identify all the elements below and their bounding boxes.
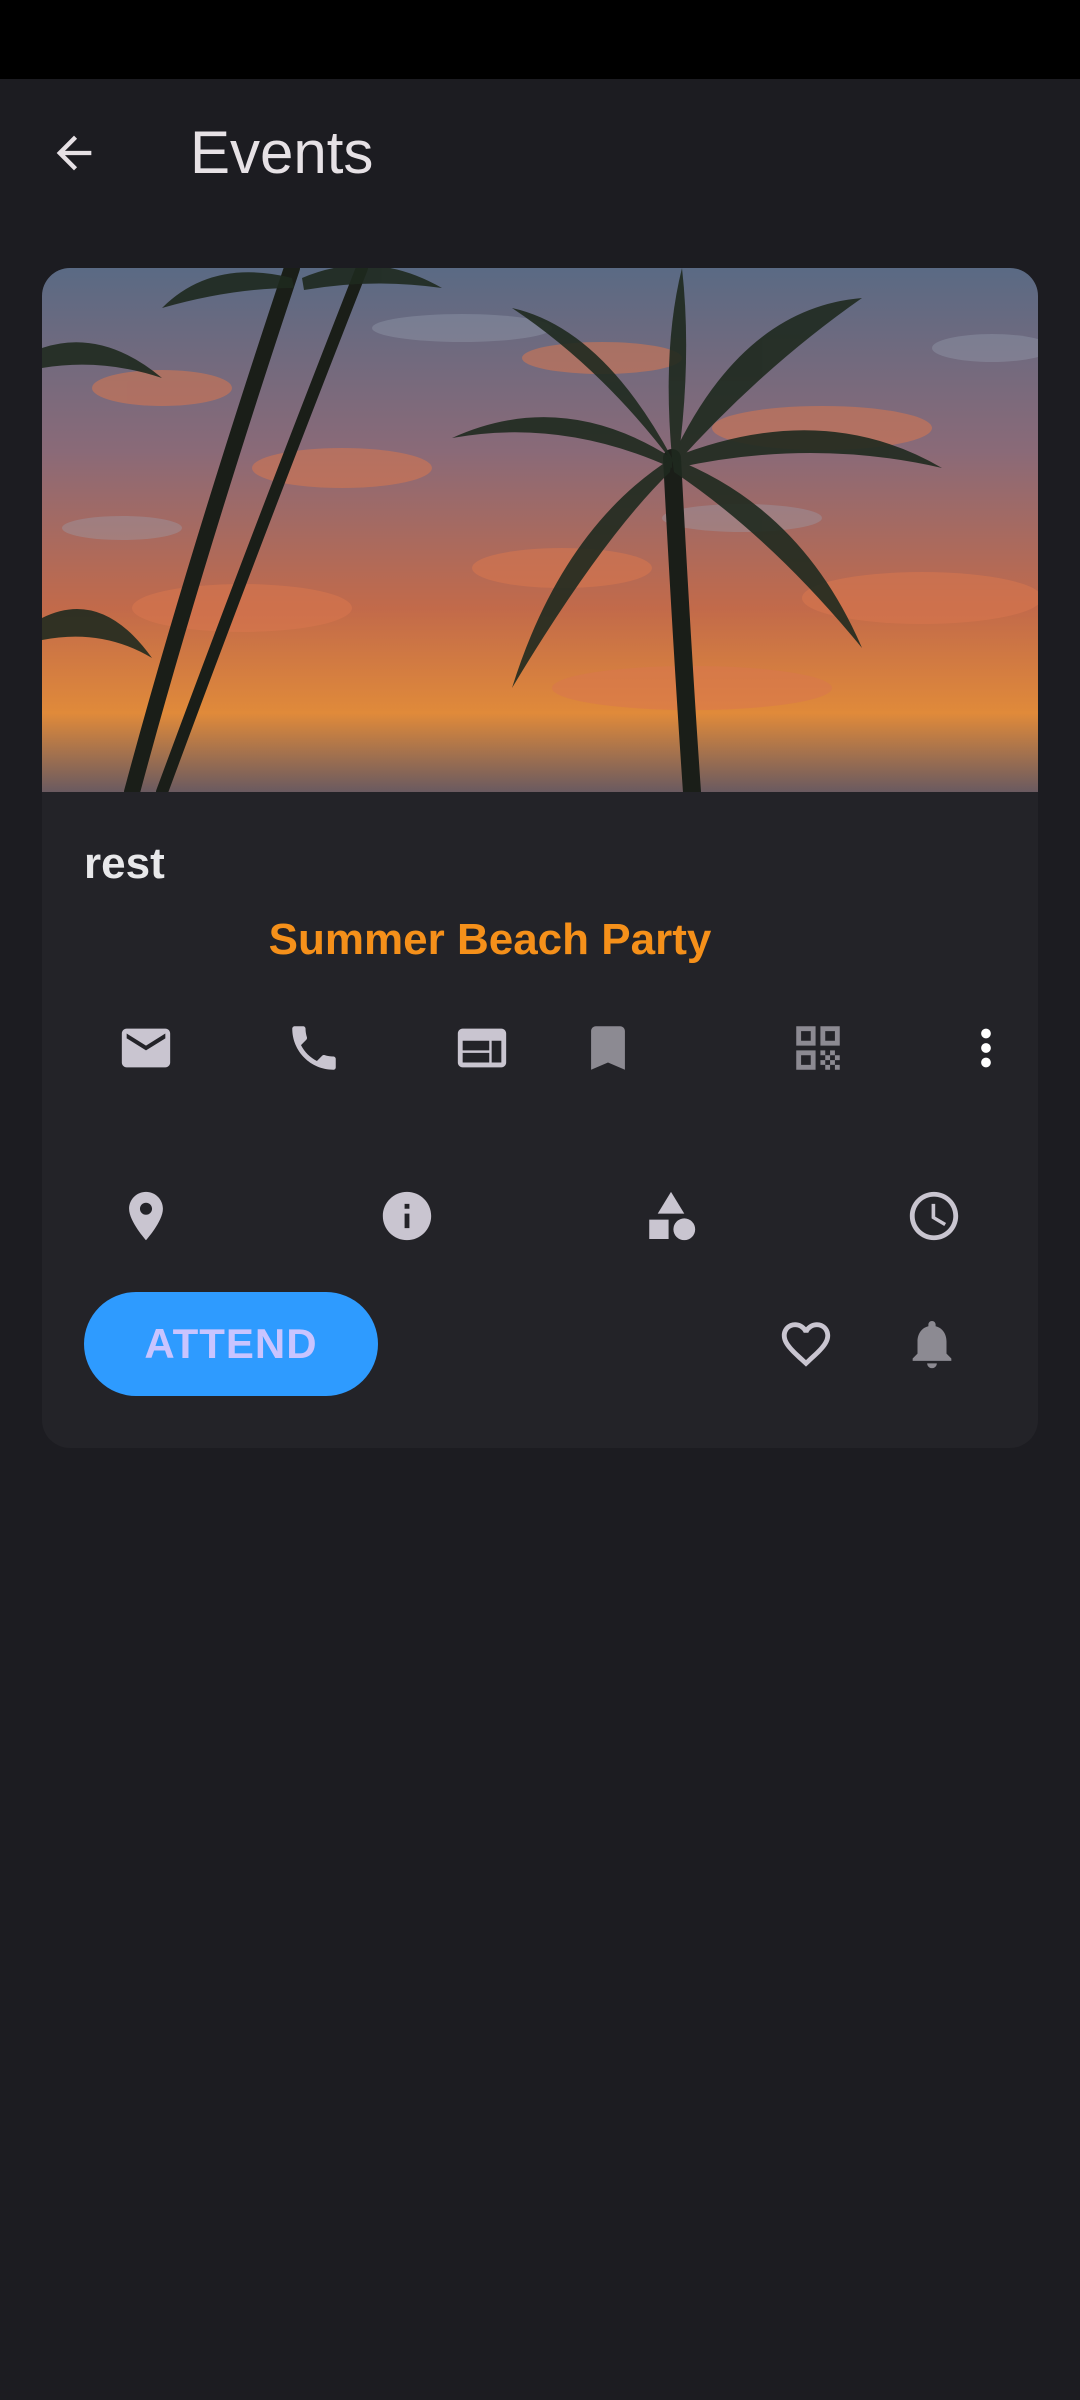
status-bar — [0, 0, 1080, 79]
page-title: Events — [190, 119, 374, 186]
notification-bell-icon — [912, 1321, 952, 1369]
more-vert-icon — [981, 1028, 991, 1068]
event-title: Summer Beach Party — [42, 914, 1038, 966]
event-name: rest — [84, 839, 165, 888]
qr-code-button[interactable] — [778, 1008, 858, 1088]
event-card[interactable]: rest Summer Beach Party ATTEND — [42, 268, 1038, 1448]
category-icon — [649, 1191, 696, 1241]
email-button[interactable] — [106, 1008, 186, 1088]
info-icon — [382, 1191, 432, 1241]
phone-icon — [292, 1026, 336, 1070]
category-button[interactable] — [631, 1176, 711, 1256]
app-bar: Events — [0, 79, 1080, 229]
phone-button[interactable] — [274, 1008, 354, 1088]
bookmark-icon — [591, 1026, 625, 1070]
event-image — [42, 268, 1038, 792]
qr-code-icon — [796, 1026, 840, 1070]
location-button[interactable] — [106, 1176, 186, 1256]
favorite-button[interactable] — [766, 1304, 846, 1384]
arrow-back-icon — [56, 135, 92, 171]
location-pin-icon — [129, 1191, 163, 1241]
email-icon — [121, 1028, 171, 1068]
clock-button[interactable] — [894, 1176, 974, 1256]
web-icon — [457, 1028, 507, 1068]
notification-button[interactable] — [892, 1304, 972, 1384]
favorite-icon — [781, 1322, 831, 1367]
bookmark-button[interactable] — [568, 1008, 648, 1088]
attend-button[interactable]: ATTEND — [84, 1292, 378, 1396]
web-button[interactable] — [442, 1008, 522, 1088]
event-title-text: Summer Beach Party — [268, 915, 712, 964]
info-button[interactable] — [367, 1176, 447, 1256]
back-button[interactable] — [38, 117, 110, 189]
more-options-button[interactable] — [946, 1008, 1026, 1088]
clock-icon — [909, 1191, 959, 1241]
